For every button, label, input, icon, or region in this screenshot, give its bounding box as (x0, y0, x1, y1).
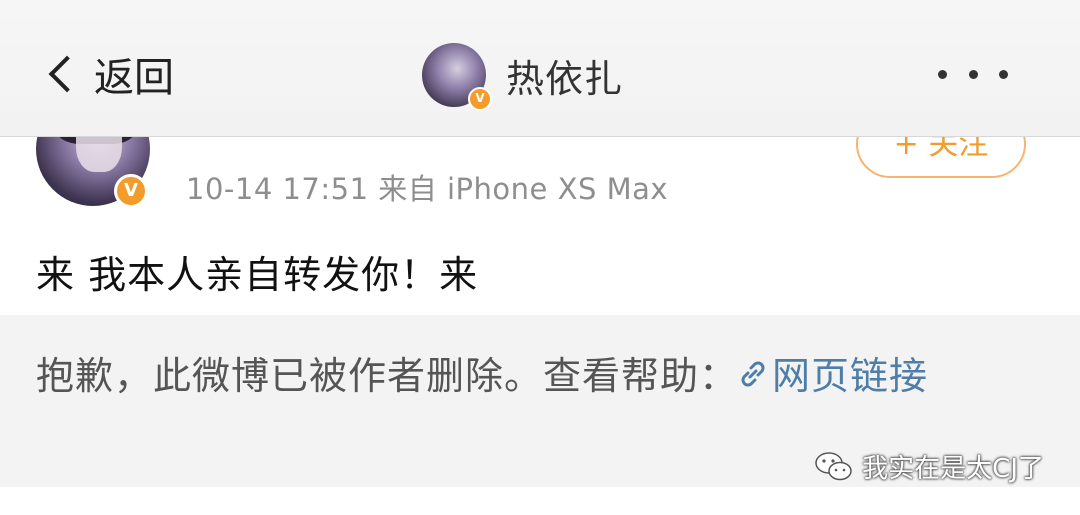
more-dots-icon (938, 69, 947, 79)
post-text: 来 我本人亲自转发你！来 (36, 253, 479, 297)
wechat-watermark: 我实在是太CJ了 (814, 448, 1044, 485)
notice-text-block: 抱歉，此微博已被作者删除。查看帮助： 网页链接 (36, 343, 1026, 409)
watermark-text: 我实在是太CJ了 (862, 454, 1044, 484)
wechat-icon (815, 451, 852, 480)
nav-avatar: V (422, 43, 492, 111)
web-link-label: 网页链接 (772, 354, 929, 398)
back-button[interactable]: 返回 (44, 44, 174, 104)
more-dots-icon (968, 69, 978, 79)
notice-text: 抱歉，此微博已被作者删除。查看帮助： (36, 354, 739, 398)
nav-title: 热依扎 (506, 56, 624, 101)
chevron-left-icon (48, 55, 86, 93)
link-icon (741, 361, 765, 387)
footer-area (0, 487, 1080, 515)
more-button[interactable] (938, 62, 1008, 86)
verified-badge-icon: V (468, 87, 492, 111)
post-meta: 10-14 17:51 来自 iPhone XS Max (186, 172, 669, 206)
more-dots-icon (999, 69, 1008, 79)
back-label: 返回 (94, 55, 174, 101)
verified-badge-icon: V (114, 174, 148, 208)
nav-profile[interactable]: V 热依扎 (422, 40, 624, 111)
web-link[interactable]: 网页链接 (738, 354, 928, 398)
nav-bar: 返回 V 热依扎 (0, 0, 1080, 137)
